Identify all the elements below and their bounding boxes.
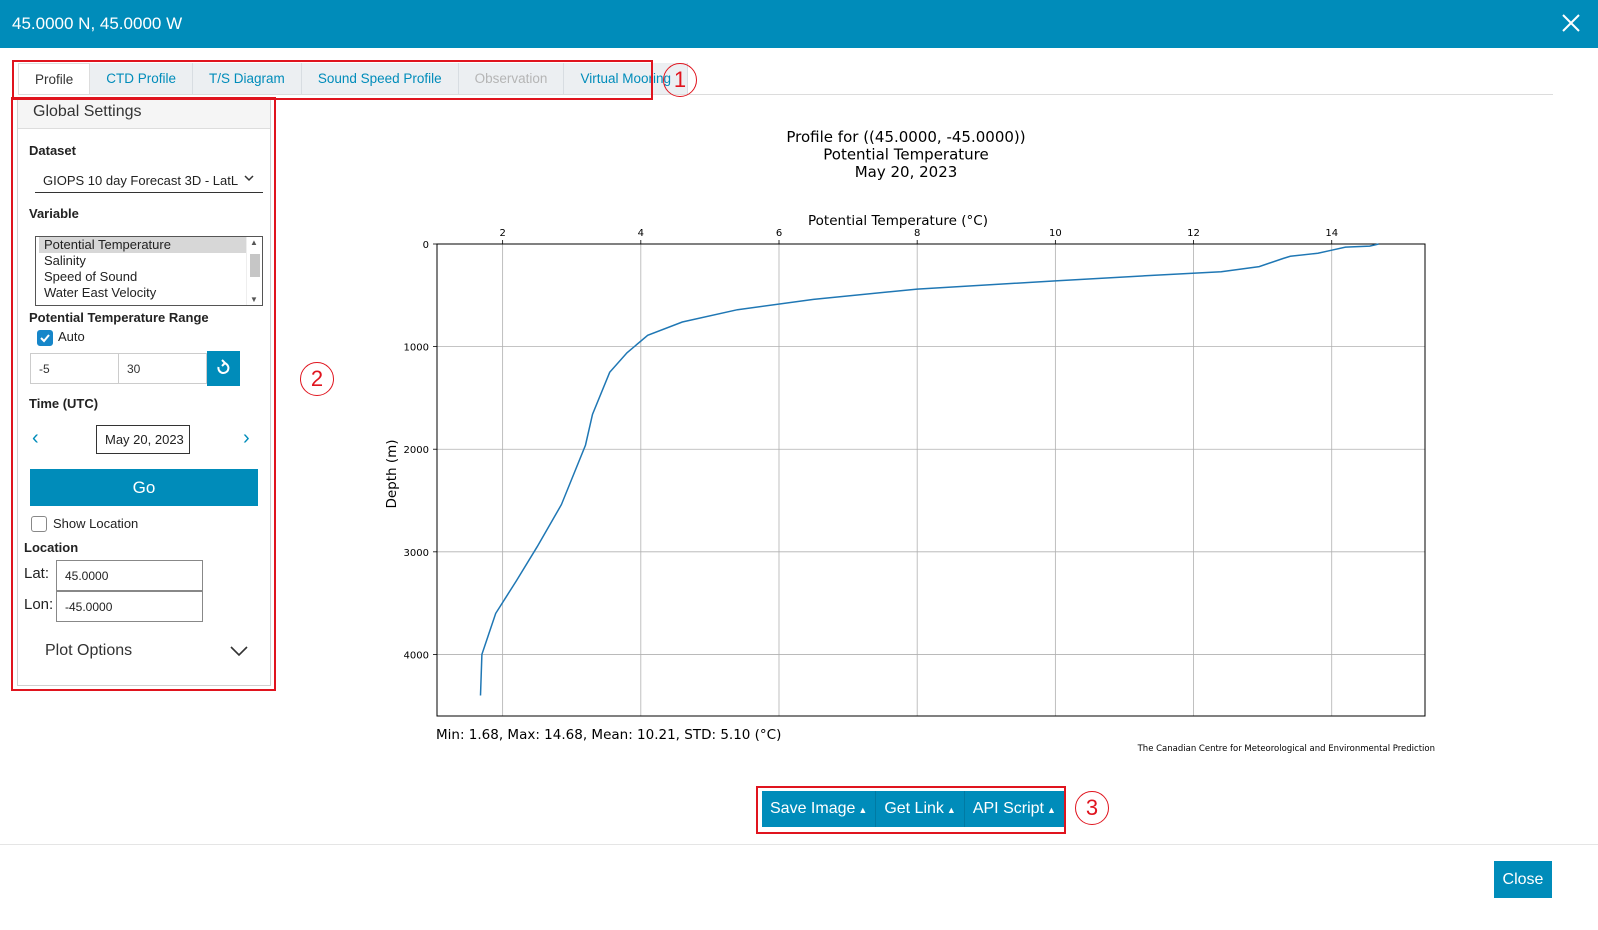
stats-text: Min: 1.68, Max: 14.68, Mean: 10.21, STD:…: [436, 727, 781, 743]
variable-listbox[interactable]: Potential Temperature Salinity Speed of …: [35, 236, 263, 306]
plot-options-label: Plot Options: [45, 642, 133, 659]
dataset-value: GIOPS 10 day Forecast 3D - LatL: [43, 173, 239, 188]
get-link-button[interactable]: Get Link ▲: [876, 791, 965, 827]
reset-range-button[interactable]: [207, 351, 240, 386]
x-tick-label: 6: [776, 228, 782, 239]
scrollbar-thumb[interactable]: [250, 254, 260, 277]
tab-observation: Observation: [458, 63, 565, 95]
y-tick-label: 1000: [404, 343, 429, 354]
plot-frame: [436, 243, 1426, 717]
listbox-scrollbar[interactable]: ▲ ▼: [246, 237, 262, 305]
tab-profile[interactable]: Profile: [18, 63, 91, 95]
api-script-button[interactable]: API Script ▲: [964, 791, 1065, 827]
x-tick-label: 14: [1325, 228, 1338, 239]
range-min-input[interactable]: -5: [30, 353, 119, 384]
tab-sound-speed-profile[interactable]: Sound Speed Profile: [301, 63, 459, 95]
caret-up-icon: ▲: [1046, 805, 1056, 815]
location-label: Location: [24, 540, 79, 555]
tab-ts-diagram[interactable]: T/S Diagram: [193, 63, 302, 95]
next-date-icon[interactable]: ›: [243, 427, 250, 450]
check-icon: [40, 334, 50, 343]
latitude-input[interactable]: 45.0000: [56, 560, 203, 591]
reset-icon: [217, 359, 230, 374]
variable-option[interactable]: Salinity: [36, 253, 246, 269]
chart-title-line: Potential Temperature: [823, 146, 989, 164]
window-title: 45.0000 N, 45.0000 W: [12, 14, 183, 33]
longitude-input[interactable]: -45.0000: [56, 591, 203, 622]
dataset-select[interactable]: GIOPS 10 day Forecast 3D - LatL: [35, 168, 263, 193]
credit-text: The Canadian Centre for Meteorological a…: [1137, 744, 1435, 754]
action-button-group: Save Image ▲ Get Link ▲ API Script ▲: [762, 791, 1065, 827]
range-max-input[interactable]: 30: [118, 353, 207, 384]
window-titlebar: 45.0000 N, 45.0000 W: [0, 0, 1598, 48]
tabs-divider: [18, 94, 1553, 95]
range-label: Potential Temperature Range: [29, 310, 209, 325]
scroll-up-icon[interactable]: ▲: [250, 238, 258, 247]
close-button[interactable]: Close: [1494, 861, 1552, 898]
tab-bar: Profile CTD Profile T/S Diagram Sound Sp…: [18, 63, 688, 95]
y-axis-label: Depth (m): [384, 439, 400, 508]
chart-title-line: Profile for ((45.0000, -45.0000)): [786, 128, 1025, 146]
save-image-label: Save Image: [770, 800, 856, 817]
annotation-marker-2: 2: [300, 362, 334, 396]
go-button[interactable]: Go: [30, 469, 258, 506]
annotation-marker-1: 1: [663, 63, 697, 97]
close-icon[interactable]: [1558, 10, 1584, 36]
show-location-checkbox[interactable]: [31, 516, 47, 532]
x-tick-label: 8: [914, 228, 920, 239]
variable-option[interactable]: Potential Temperature: [39, 237, 246, 253]
lat-label: Lat:: [24, 565, 50, 582]
profile-chart: Profile for ((45.0000, -45.0000))Potenti…: [384, 128, 1435, 754]
auto-checkbox[interactable]: [37, 330, 53, 346]
plot-options-toggle[interactable]: Plot Options: [45, 642, 248, 660]
tab-ctd-profile[interactable]: CTD Profile: [90, 63, 194, 95]
footer-divider: [0, 844, 1598, 845]
caret-up-icon: ▲: [946, 805, 956, 815]
previous-date-icon[interactable]: ‹: [32, 427, 39, 450]
temperature-profile-line: [479, 243, 1379, 696]
x-tick-label: 12: [1187, 228, 1200, 239]
y-tick-label: 2000: [404, 445, 429, 456]
variable-label: Variable: [29, 206, 79, 221]
x-tick-label: 10: [1049, 228, 1062, 239]
variable-option[interactable]: Speed of Sound: [36, 269, 246, 285]
y-tick-label: 4000: [404, 650, 429, 661]
scroll-down-icon[interactable]: ▼: [250, 295, 258, 304]
caret-up-icon: ▲: [858, 805, 868, 815]
global-settings-panel: Global Settings Dataset GIOPS 10 day For…: [17, 98, 271, 686]
time-label: Time (UTC): [29, 396, 99, 411]
get-link-label: Get Link: [884, 800, 944, 817]
chart-title-line: May 20, 2023: [855, 163, 958, 181]
y-tick-label: 0: [423, 240, 429, 251]
x-tick-label: 4: [638, 228, 644, 239]
variable-option[interactable]: Water East Velocity: [36, 285, 246, 301]
chevron-down-icon: [230, 646, 248, 657]
x-axis-label: Potential Temperature (°C): [808, 213, 988, 229]
dataset-label: Dataset: [29, 143, 76, 158]
lon-label: Lon:: [24, 596, 54, 613]
date-picker[interactable]: May 20, 2023: [96, 425, 190, 454]
show-location-label: Show Location: [53, 516, 139, 531]
api-script-label: API Script: [972, 800, 1044, 817]
panel-header: Global Settings: [18, 99, 270, 129]
y-tick-label: 3000: [404, 548, 429, 559]
auto-label: Auto: [58, 329, 85, 344]
chevron-down-icon: [244, 175, 254, 182]
x-tick-label: 2: [499, 228, 505, 239]
save-image-button[interactable]: Save Image ▲: [762, 791, 877, 827]
annotation-marker-3: 3: [1075, 791, 1109, 825]
